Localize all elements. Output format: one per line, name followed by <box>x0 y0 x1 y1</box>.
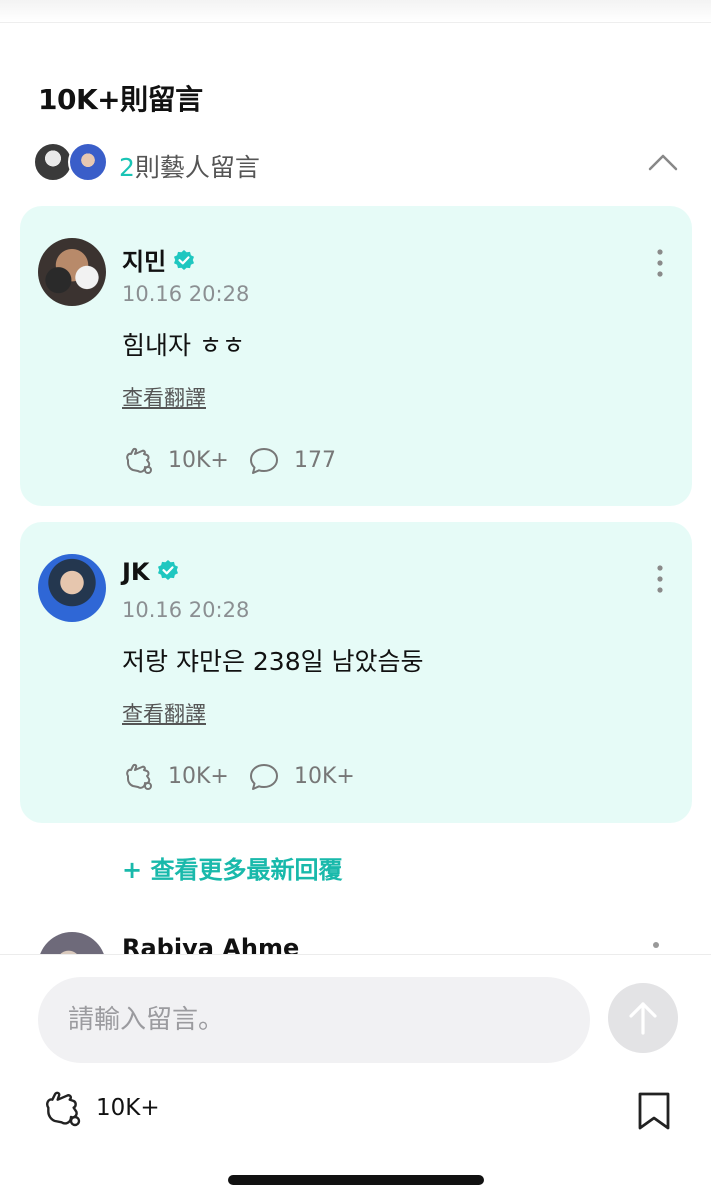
home-indicator <box>228 1175 484 1185</box>
next-comment-preview[interactable]: Rabiya Ahme <box>0 930 711 954</box>
reply-count: 10K+ <box>294 764 355 789</box>
speech-bubble-icon <box>250 448 278 474</box>
like-hand-icon <box>126 447 152 474</box>
arrow-up-icon <box>629 1002 657 1035</box>
verified-badge-icon <box>157 560 178 580</box>
send-button[interactable] <box>608 983 678 1053</box>
speech-bubble-icon <box>250 764 278 790</box>
translate-link[interactable]: 查看翻譯 <box>122 382 206 412</box>
artist-comment-count: 2則藝人留言 <box>119 148 260 184</box>
post-like-button[interactable]: 10K+ <box>38 1089 198 1129</box>
author-name: JK <box>122 558 150 586</box>
comment-stats: 10K+ 10K+ <box>122 762 522 792</box>
comment-timestamp: 10.16 20:28 <box>122 282 250 306</box>
comment-count-title: 10K+則留言 <box>38 83 203 116</box>
artist-comment-card: 지민 10.16 20:28 힘내자 ㅎㅎ 查看翻譯 10K+ 177 <box>20 206 692 506</box>
more-options-icon[interactable] <box>648 246 672 280</box>
comment-author[interactable]: 지민 <box>122 242 196 277</box>
like-hand-icon <box>46 1091 81 1127</box>
avatar[interactable] <box>38 238 106 306</box>
translate-link[interactable]: 查看翻譯 <box>122 698 206 728</box>
view-more-replies-link[interactable]: + 查看更多最新回覆 <box>122 850 342 885</box>
more-options-icon[interactable] <box>653 942 659 948</box>
top-divider <box>0 0 711 23</box>
artist-count-label: 則藝人留言 <box>134 153 260 182</box>
artist-avatar-jimin <box>33 142 73 182</box>
artist-avatar-jk <box>68 142 108 182</box>
artist-comments-toggle[interactable]: 2則藝人留言 <box>33 142 681 184</box>
comment-timestamp: 10.16 20:28 <box>122 598 250 622</box>
chevron-up-icon[interactable] <box>647 148 679 176</box>
artist-comment-card: JK 10.16 20:28 저랑 쟈만은 238일 남았슴둥 查看翻譯 10K… <box>20 522 692 823</box>
like-hand-icon <box>126 763 152 790</box>
like-count: 10K+ <box>168 764 229 789</box>
comment-stats: 10K+ 177 <box>122 446 522 476</box>
more-options-icon[interactable] <box>648 562 672 596</box>
avatar <box>38 932 106 954</box>
comment-text: 힘내자 ㅎㅎ <box>122 331 245 360</box>
comment-author[interactable]: JK <box>122 558 180 586</box>
verified-badge-icon <box>174 250 195 270</box>
author-name: 지민 <box>122 248 167 276</box>
avatar[interactable] <box>38 554 106 622</box>
artist-count-number: 2 <box>119 153 135 182</box>
reply-count: 177 <box>294 448 336 473</box>
comment-author: Rabiya Ahme <box>122 934 300 954</box>
post-like-count: 10K+ <box>96 1095 160 1121</box>
like-count: 10K+ <box>168 448 229 473</box>
comment-text: 저랑 쟈만은 238일 남았슴둥 <box>122 647 424 676</box>
comment-input[interactable] <box>38 977 590 1063</box>
bookmark-icon[interactable] <box>636 1091 672 1131</box>
comment-composer: 10K+ <box>0 954 711 1201</box>
